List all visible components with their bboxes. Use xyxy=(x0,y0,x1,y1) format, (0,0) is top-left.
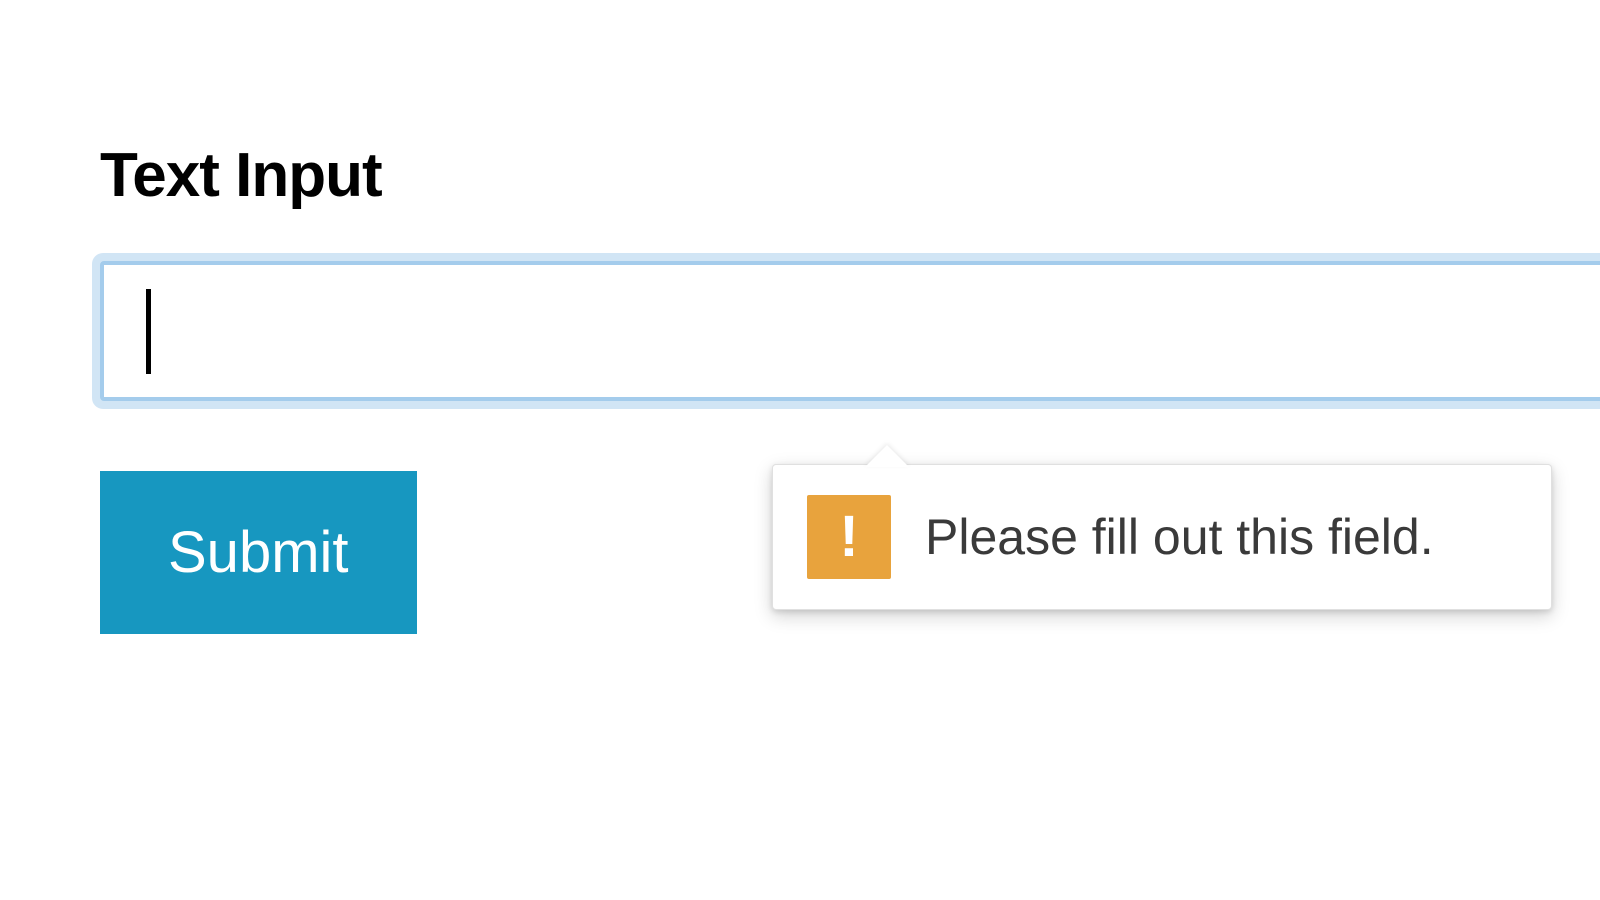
validation-tooltip: ! Please fill out this field. xyxy=(772,464,1552,610)
exclamation-icon: ! xyxy=(839,508,858,566)
submit-button[interactable]: Submit xyxy=(100,471,417,634)
warning-icon: ! xyxy=(807,495,891,579)
validation-message: Please fill out this field. xyxy=(925,508,1434,566)
text-input[interactable] xyxy=(100,261,1600,401)
field-label: Text Input xyxy=(100,140,1600,211)
text-input-wrapper xyxy=(100,261,1600,401)
